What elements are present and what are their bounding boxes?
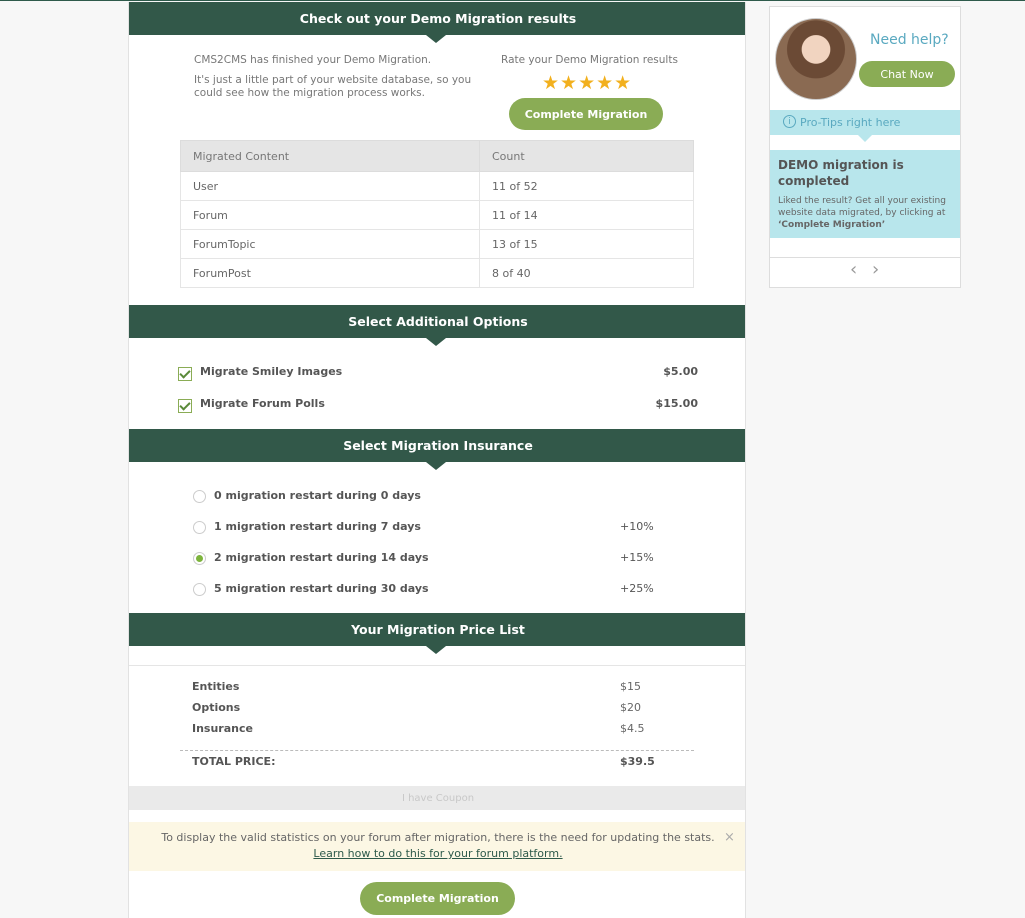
smiley-images-checkbox[interactable]: [178, 367, 192, 381]
insurance-header-title: Select Migration Insurance: [343, 438, 533, 453]
pro-tips-label: Pro-Tips right here: [800, 116, 901, 129]
insurance-radio-3[interactable]: [193, 583, 206, 596]
price-list-header-title: Your Migration Price List: [351, 622, 525, 637]
results-header-title: Check out your Demo Migration results: [299, 11, 577, 26]
description-line-1: It's just a little part of your website …: [194, 74, 472, 86]
total-price-value: $39.5: [620, 755, 655, 768]
star-rating[interactable]: ★★★★★: [542, 73, 632, 93]
options-header-title: Select Additional Options: [348, 314, 528, 329]
insurance-label-2[interactable]: 2 migration restart during 14 days: [214, 551, 429, 564]
complete-migration-button[interactable]: Complete Migration: [509, 98, 663, 130]
content-cell: ForumPost: [180, 258, 480, 288]
table-row: ForumTopic 13 of 15: [180, 229, 694, 259]
count-cell: 11 of 52: [479, 171, 694, 201]
close-icon[interactable]: ×: [724, 830, 735, 845]
insurance-label-0[interactable]: 0 migration restart during 0 days: [214, 489, 421, 502]
total-divider: [180, 750, 694, 751]
forum-polls-checkbox[interactable]: [178, 399, 192, 413]
insurance-radio-2[interactable]: [193, 552, 206, 565]
help-sidebar: Need help? Chat Now i Pro-Tips right her…: [769, 6, 961, 288]
need-help-label: Need help?: [870, 32, 949, 48]
total-price-label: TOTAL PRICE:: [192, 755, 276, 768]
next-tip-icon[interactable]: ›: [872, 259, 879, 280]
options-header: Select Additional Options: [129, 305, 745, 346]
smiley-images-label[interactable]: Migrate Smiley Images: [200, 365, 342, 378]
notice-link[interactable]: Learn how to do this for your forum plat…: [129, 847, 745, 860]
table-header-row: Migrated Content Count: [180, 140, 694, 172]
description-line-2: could see how the migration process work…: [194, 87, 425, 99]
insurance-header: Select Migration Insurance: [129, 429, 745, 470]
table-row: Forum 11 of 14: [180, 200, 694, 230]
smiley-images-price: $5.00: [663, 365, 698, 378]
tip-body-emphasis: ‘Complete Migration’: [778, 220, 886, 230]
insurance-label-1[interactable]: 1 migration restart during 7 days: [214, 520, 421, 533]
price-value-entities: $15: [620, 680, 641, 693]
coupon-toggle[interactable]: I have Coupon: [129, 786, 745, 810]
sidebar-divider: [770, 257, 960, 258]
tip-body-text: Liked the result? Get all your existing …: [778, 196, 946, 218]
column-header-content: Migrated Content: [180, 140, 480, 172]
tip-title: DEMO migration is completed: [778, 158, 904, 188]
forum-polls-label[interactable]: Migrate Forum Polls: [200, 397, 325, 410]
prev-tip-icon[interactable]: ‹: [850, 259, 857, 280]
insurance-extra-1: +10%: [620, 520, 654, 533]
insurance-radio-0[interactable]: [193, 490, 206, 503]
count-cell: 11 of 14: [479, 200, 694, 230]
pointer-arrow-icon: [858, 135, 872, 142]
price-value-options: $20: [620, 701, 641, 714]
count-cell: 13 of 15: [479, 229, 694, 259]
info-icon: i: [783, 115, 796, 128]
forum-polls-price: $15.00: [655, 397, 698, 410]
top-accent-line: [0, 0, 1025, 1]
support-agent-avatar: [775, 18, 857, 100]
finished-text: CMS2CMS has finished your Demo Migration…: [194, 54, 432, 66]
content-cell: User: [180, 171, 480, 201]
price-list-divider: [129, 665, 745, 666]
price-list-header: Your Migration Price List: [129, 613, 745, 654]
insurance-label-3[interactable]: 5 migration restart during 30 days: [214, 582, 429, 595]
main-panel: Check out your Demo Migration results CM…: [128, 2, 746, 918]
results-header: Check out your Demo Migration results: [129, 2, 745, 43]
table-row: User 11 of 52: [180, 171, 694, 201]
price-label-insurance: Insurance: [192, 722, 253, 735]
stats-notice: To display the valid statistics on your …: [129, 822, 745, 871]
column-header-count: Count: [479, 140, 694, 172]
pro-tips-bar: i Pro-Tips right here: [770, 110, 960, 142]
price-label-options: Options: [192, 701, 241, 714]
insurance-extra-2: +15%: [620, 551, 654, 564]
tip-card: DEMO migration is completed Liked the re…: [770, 150, 960, 238]
migrated-content-table: Migrated Content Count User 11 of 52 For…: [180, 140, 694, 288]
tip-body: Liked the result? Get all your existing …: [778, 195, 956, 231]
chat-now-button[interactable]: Chat Now: [859, 61, 955, 87]
price-value-insurance: $4.5: [620, 722, 645, 735]
bottom-complete-migration-button[interactable]: Complete Migration: [360, 882, 515, 915]
price-label-entities: Entities: [192, 680, 240, 693]
insurance-extra-3: +25%: [620, 582, 654, 595]
table-row: ForumPost 8 of 40: [180, 258, 694, 288]
rate-label: Rate your Demo Migration results: [501, 54, 678, 66]
content-cell: Forum: [180, 200, 480, 230]
count-cell: 8 of 40: [479, 258, 694, 288]
content-cell: ForumTopic: [180, 229, 480, 259]
notice-text: To display the valid statistics on your …: [161, 831, 715, 844]
insurance-radio-1[interactable]: [193, 521, 206, 534]
